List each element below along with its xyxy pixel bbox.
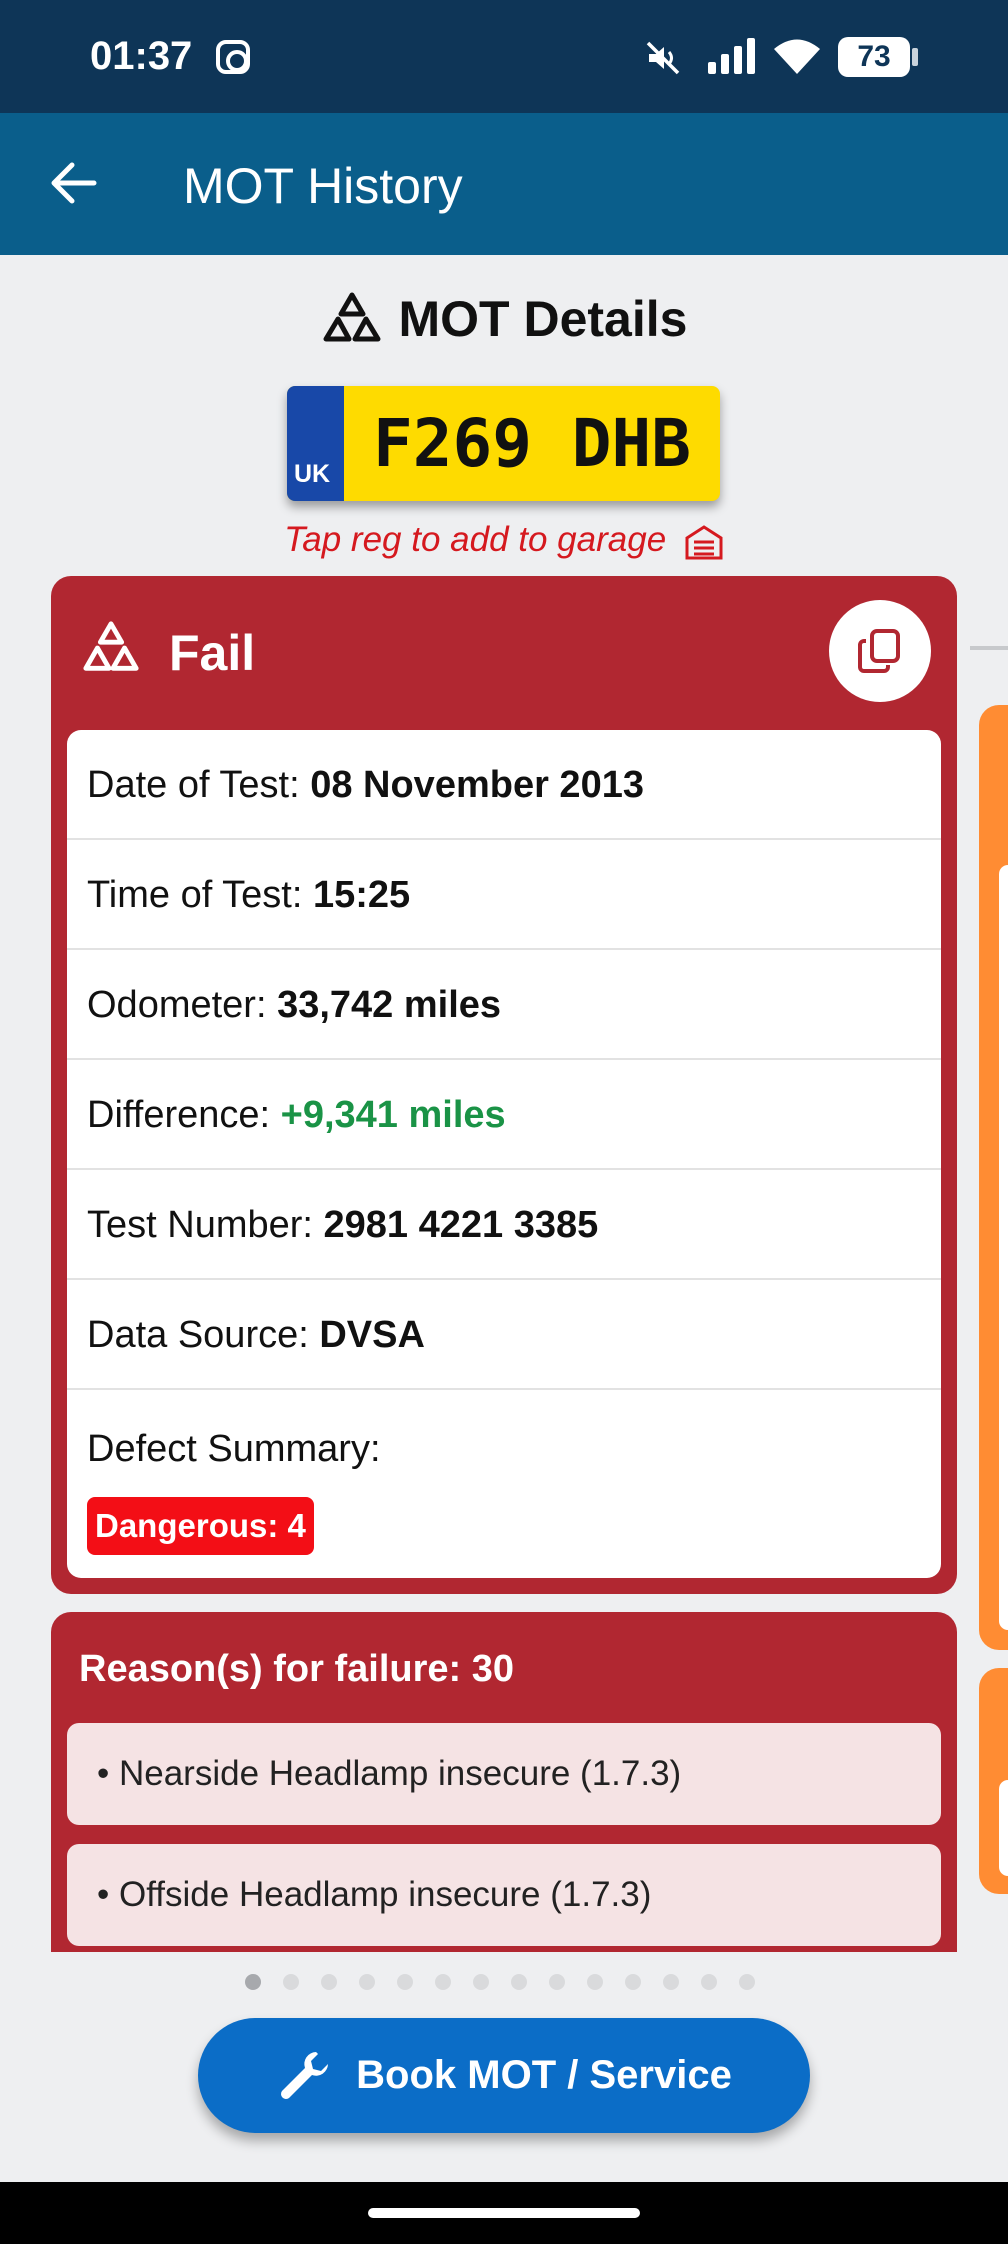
details-title: MOT Details — [398, 291, 688, 347]
test-result-card: Fail Date of Test: 08 November 2013 Time… — [51, 576, 957, 1594]
row-value: 08 November 2013 — [310, 764, 644, 806]
wrench-icon — [281, 2051, 329, 2099]
test-details: Date of Test: 08 November 2013 Time of T… — [67, 730, 941, 1578]
mot-triangles-icon — [323, 292, 381, 342]
dangerous-badge: Dangerous: 4 — [87, 1497, 314, 1555]
tap-hint-text: Tap reg to add to garage — [284, 520, 667, 559]
row-value: +9,341 miles — [280, 1094, 506, 1136]
page-dot[interactable] — [625, 1974, 641, 1990]
page-dot[interactable] — [701, 1974, 717, 1990]
plate-country: UK — [294, 460, 331, 488]
reason-item: • Nearside Headlamp insecure (1.7.3) — [67, 1723, 941, 1825]
reason-item: • Offside Headlamp insecure (1.7.3) — [67, 1844, 941, 1946]
tap-hint[interactable]: Tap reg to add to garage — [0, 520, 1008, 560]
row-label: Time of Test: — [87, 874, 303, 916]
next-card-inner-2 — [999, 1780, 1008, 1876]
next-card-edge — [970, 646, 1008, 650]
row-label: Odometer: — [87, 984, 267, 1026]
copy-icon — [858, 629, 900, 673]
row-label: Data Source: — [87, 1314, 309, 1356]
page-dot[interactable] — [359, 1974, 375, 1990]
page-dot[interactable] — [435, 1974, 451, 1990]
garage-icon — [685, 524, 723, 560]
row-label: Difference: — [87, 1094, 271, 1136]
reasons-title: Reason(s) for failure: 30 — [79, 1648, 514, 1690]
page-dot[interactable] — [739, 1974, 755, 1990]
app-bar: MOT History — [0, 113, 1008, 255]
row-value: 33,742 miles — [277, 984, 502, 1026]
row-defect-summary: Defect Summary: Dangerous: 4 — [67, 1390, 941, 1578]
row-test-number: Test Number: 2981 4221 3385 — [67, 1170, 941, 1280]
mot-triangles-icon — [83, 621, 139, 671]
battery-cap — [912, 48, 918, 66]
row-date: Date of Test: 08 November 2013 — [67, 730, 941, 840]
result-status: Fail — [169, 625, 256, 681]
row-time: Time of Test: 15:25 — [67, 840, 941, 950]
mute-icon — [646, 41, 680, 75]
book-mot-label: Book MOT / Service — [356, 2053, 732, 2097]
row-difference: Difference: +9,341 miles — [67, 1060, 941, 1170]
defect-summary-label: Defect Summary: — [87, 1428, 381, 1470]
page-title: MOT History — [183, 158, 463, 214]
status-time: 01:37 — [90, 34, 193, 78]
page-dot[interactable] — [511, 1974, 527, 1990]
page-dot[interactable] — [663, 1974, 679, 1990]
plate-registration: F269 DHB — [373, 405, 691, 482]
system-nav-bar — [0, 2182, 1008, 2244]
pagination-dots — [245, 1974, 755, 1994]
home-handle[interactable] — [368, 2208, 640, 2218]
row-value: DVSA — [319, 1314, 425, 1356]
reasons-card: Reason(s) for failure: 30 • Nearside Hea… — [51, 1612, 957, 1952]
copy-button[interactable] — [829, 600, 931, 702]
row-odometer: Odometer: 33,742 miles — [67, 950, 941, 1060]
page-dot[interactable] — [473, 1974, 489, 1990]
status-bar: 01:37 73 — [0, 0, 1008, 113]
next-card-inner — [999, 865, 1008, 1630]
wifi-icon — [774, 39, 820, 74]
battery-icon: 73 — [838, 37, 910, 77]
page-dot[interactable] — [283, 1974, 299, 1990]
row-label: Test Number: — [87, 1204, 313, 1246]
book-mot-button[interactable]: Book MOT / Service — [198, 2018, 810, 2133]
row-value: 2981 4221 3385 — [323, 1204, 599, 1246]
row-data-source: Data Source: DVSA — [67, 1280, 941, 1390]
row-value: 15:25 — [312, 874, 411, 916]
page-dot[interactable] — [321, 1974, 337, 1990]
arrow-left-icon[interactable] — [44, 153, 104, 213]
page-dot[interactable] — [245, 1974, 261, 1990]
instagram-icon — [216, 40, 250, 74]
signal-icon — [708, 38, 755, 74]
page-dot[interactable] — [549, 1974, 565, 1990]
details-header: MOT Details — [0, 290, 1008, 351]
page-dot[interactable] — [397, 1974, 413, 1990]
registration-plate[interactable]: UK F269 DHB — [287, 386, 720, 501]
page-dot[interactable] — [587, 1974, 603, 1990]
row-label: Date of Test: — [87, 764, 300, 806]
